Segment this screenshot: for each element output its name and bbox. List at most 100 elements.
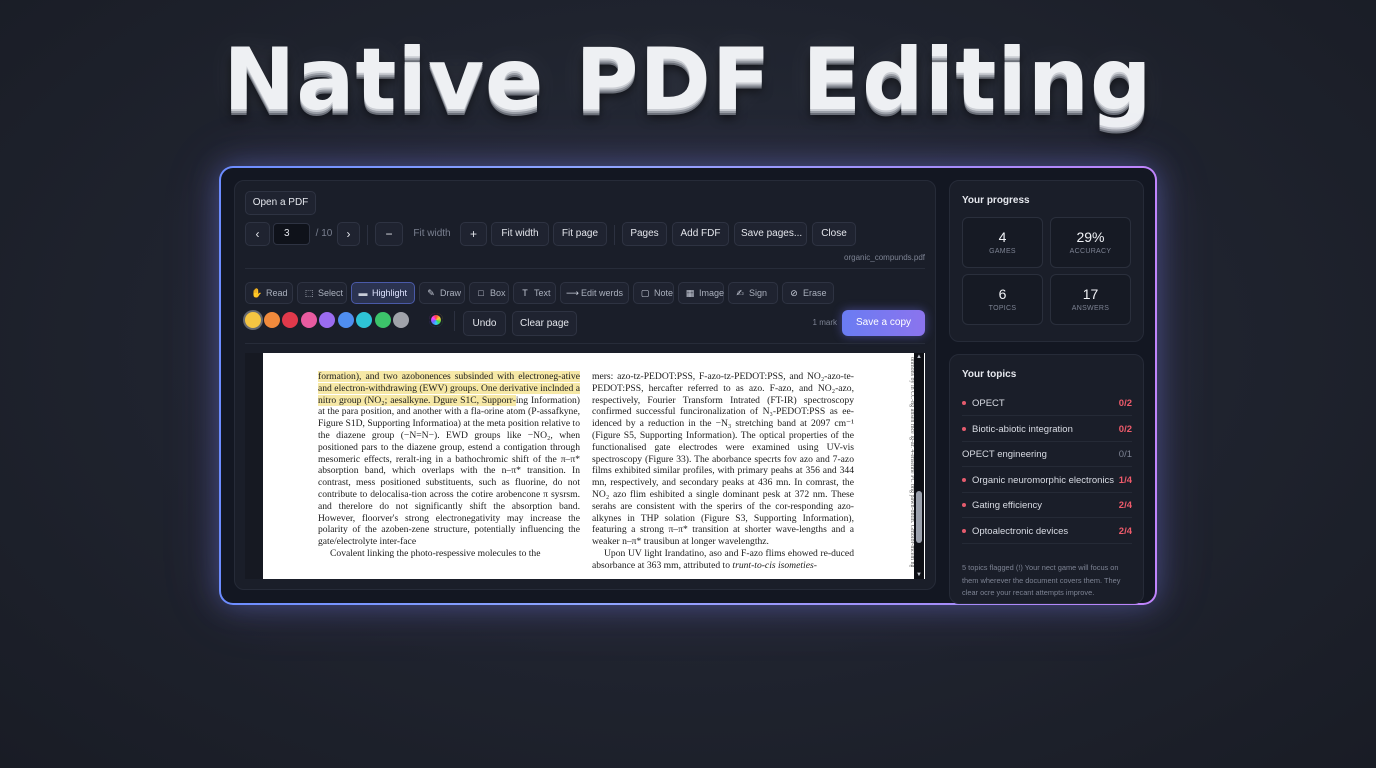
topic-item[interactable]: Gating efficiency 2/4 (962, 494, 1132, 519)
tool-edit-words-button[interactable]: ⟶ Edit werds (560, 282, 629, 304)
color-swatch[interactable] (374, 312, 391, 328)
tool-label: Text (534, 288, 551, 298)
color-swatch[interactable] (356, 312, 372, 328)
topic-score: 2/4 (1118, 526, 1132, 537)
tool-label: Sign (749, 288, 768, 298)
tool-box-button[interactable]: □ Box (469, 282, 509, 304)
save-pages-button[interactable]: Save pages... (734, 222, 807, 246)
topic-name: OPECT engineering (962, 449, 1047, 461)
tool-label: Note (654, 288, 674, 298)
color-swatch[interactable] (263, 312, 280, 328)
scroll-down-icon[interactable]: ▼ (914, 572, 924, 578)
color-wheel-icon[interactable] (429, 313, 443, 327)
topic-score: 2/4 (1118, 500, 1132, 512)
topic-score: 0/2 (1118, 398, 1132, 409)
chevron-left-icon: ‹ (255, 227, 260, 241)
stat-label: TOPICS (988, 305, 1017, 312)
tool-highlight-button[interactable]: ▬ Highlight (351, 282, 415, 304)
prev-page-button[interactable]: ‹ (245, 222, 270, 246)
pdf-paragraph: Upon UV light Irandatino, aso and F-azo … (592, 548, 854, 572)
page-number-input[interactable]: 3 (273, 223, 310, 245)
clear-page-button[interactable]: Clear page (512, 311, 577, 336)
stat-label: ANSWERS (1071, 305, 1110, 312)
tool-label: Box (490, 288, 506, 298)
highlight-icon: ▬ (358, 288, 368, 298)
tool-text-button[interactable]: T Text (513, 282, 556, 304)
edit-words-icon: ⟶ (566, 288, 579, 298)
progress-title: Your progress (962, 195, 1030, 206)
toolbar-separator (454, 311, 455, 331)
stat-games: 4 GAMES (962, 217, 1043, 268)
mark-count: 1 mark (812, 318, 837, 327)
tool-note-button[interactable]: ▢ Note (633, 282, 674, 304)
tool-erase-button[interactable]: ⊘ Erase (782, 282, 834, 304)
stat-value: 29% (1076, 229, 1105, 245)
topic-item[interactable]: Organic neuromorphic electronics 1/4 (962, 469, 1132, 493)
flag-dot-icon (962, 477, 966, 482)
topic-score: 0/1 (1118, 449, 1132, 461)
pdf-left-column: formation), and two azobonences subsinde… (318, 371, 580, 560)
topic-item[interactable]: OPECT 0/2 (962, 392, 1132, 416)
flag-dot-icon (962, 426, 966, 431)
pages-button[interactable]: Pages (622, 222, 667, 246)
fit-width-button[interactable]: Fit width (491, 222, 549, 246)
next-page-button[interactable]: › (337, 222, 360, 246)
stat-value: 17 (1082, 286, 1099, 302)
zoom-out-button[interactable]: − (375, 222, 403, 246)
tool-image-button[interactable]: ▦ Image (678, 282, 724, 304)
color-swatch[interactable] (319, 312, 335, 328)
pdf-page[interactable]: formation), and two azobonences subsinde… (263, 353, 897, 579)
topic-name: Biotic-abiotic integration (972, 423, 1073, 435)
tool-read-button[interactable]: ✋ Read (245, 282, 293, 304)
pdf-paragraph: Covalent linking the photo-respessive mo… (330, 547, 541, 559)
close-button[interactable]: Close (812, 222, 856, 246)
topics-title: Your topics (962, 369, 1017, 380)
pdf-paragraph: formation), and two azobonences subsinde… (318, 371, 580, 548)
tool-sign-button[interactable]: ✍ Sign (728, 282, 778, 304)
tool-draw-button[interactable]: ✎ Draw (419, 282, 465, 304)
topic-name: Optoalectronic devices (972, 526, 1069, 537)
scroll-up-icon[interactable]: ▲ (914, 354, 924, 360)
viewer-scrollbar[interactable]: ▲ ▼ (914, 353, 924, 579)
select-icon: ⬚ (304, 288, 314, 298)
tool-label: Erase (803, 288, 827, 298)
tool-select-button[interactable]: ⬚ Select (297, 282, 347, 304)
pdf-viewer[interactable]: formation), and two azobonences subsinde… (245, 353, 925, 579)
box-icon: □ (478, 288, 484, 298)
topic-item[interactable]: OPECT engineering 0/1 (962, 443, 1132, 468)
scroll-thumb[interactable] (916, 491, 922, 543)
zoom-level-label: Fit width (413, 228, 451, 239)
color-swatch[interactable] (282, 312, 298, 328)
eraser-icon: ⊘ (790, 288, 798, 298)
hand-icon: ✋ (251, 288, 263, 298)
hero-title: Native PDF Editing (223, 30, 1153, 130)
save-copy-button[interactable]: Save a copy (842, 310, 925, 336)
topic-item[interactable]: Optoalectronic devices 2/4 (962, 520, 1132, 544)
open-pdf-button[interactable]: Open a PDF (245, 191, 316, 215)
stat-label: ACCURACY (1069, 248, 1112, 255)
topic-name: OPECT (972, 398, 1005, 409)
zoom-in-button[interactable]: + (460, 222, 487, 246)
color-swatch[interactable] (337, 312, 354, 328)
total-pages-label: / 10 (315, 228, 333, 239)
color-swatch[interactable] (393, 312, 409, 328)
chevron-right-icon: › (346, 227, 351, 241)
highlighted-text: ; aesalkyne. Dgure S1C, Supporr- (384, 394, 516, 406)
flag-dot-icon (962, 400, 966, 405)
tool-label: Read (266, 288, 288, 298)
tool-label: Draw (440, 288, 462, 298)
toolbar-separator (367, 225, 368, 245)
pdf-text-run: trunt-to-cis isometies- (732, 559, 817, 571)
fit-page-button[interactable]: Fit page (553, 222, 607, 246)
stat-accuracy: 29% ACCURACY (1050, 217, 1131, 268)
pdf-right-column: mers: azo-tz-PEDOT:PSS, F-azo-tz-PEDOT:P… (592, 371, 854, 572)
topic-item[interactable]: Biotic-abiotic integration 0/2 (962, 418, 1132, 442)
stat-label: GAMES (989, 248, 1016, 255)
add-pdf-button[interactable]: Add FDF (672, 222, 729, 246)
toolbar-divider (245, 343, 925, 344)
color-swatch[interactable] (300, 312, 317, 328)
topic-name: Organic neuromorphic electronics (972, 474, 1115, 486)
stat-answers: 17 ANSWERS (1050, 274, 1131, 325)
color-swatch[interactable] (245, 312, 261, 328)
undo-button[interactable]: Undo (463, 311, 506, 336)
